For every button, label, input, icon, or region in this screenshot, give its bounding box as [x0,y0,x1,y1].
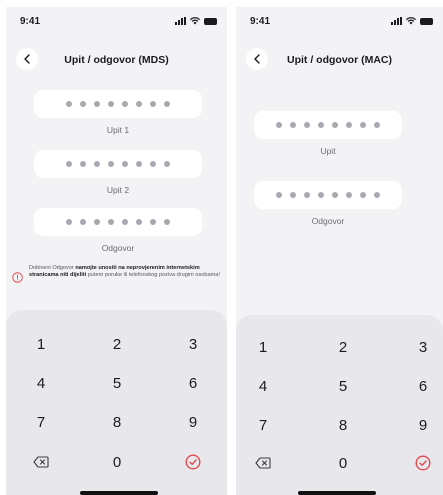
home-indicator [80,491,158,495]
query-1-label: Upit 1 [106,125,130,135]
key-1[interactable]: 1 [238,332,288,362]
response-field[interactable] [254,181,402,209]
wifi-icon [190,17,200,25]
response-label: Odgovor [311,216,345,226]
key-3[interactable]: 3 [398,332,443,362]
key-5[interactable]: 5 [92,368,142,398]
page-title: Upit / odgovor (MDS) [64,54,169,66]
key-4[interactable]: 4 [16,368,66,398]
signal-icon [391,17,402,25]
key-7[interactable]: 7 [16,407,66,437]
key-5[interactable]: 5 [318,371,368,401]
key-6[interactable]: 6 [398,371,443,401]
key-9[interactable]: 9 [398,410,443,440]
page-title: Upit / odgovor (MAC) [287,54,392,66]
response-field[interactable] [34,208,202,236]
query-1-field[interactable] [34,90,202,118]
delete-key[interactable] [16,447,66,477]
status-time: 9:41 [250,16,271,27]
response-label: Odgovor [101,243,135,253]
numeric-keypad: 1 2 3 4 5 6 7 8 9 0 [236,315,443,495]
confirm-key[interactable] [398,448,443,478]
key-7[interactable]: 7 [238,410,288,440]
warning-notice: Dobiveni Odgovor namojte unositi na nepr… [12,265,223,283]
status-icons [175,17,217,25]
status-bar: 9:41 [6,7,227,37]
query-2-field[interactable] [34,150,202,178]
backspace-icon [33,456,49,468]
backspace-icon [255,457,271,469]
status-bar: 9:41 [236,7,443,37]
status-icons [391,17,433,25]
battery-icon [420,17,433,25]
key-3[interactable]: 3 [168,329,218,359]
key-9[interactable]: 9 [168,407,218,437]
key-8[interactable]: 8 [92,407,142,437]
query-label: Upit [320,146,336,156]
confirm-key[interactable] [168,447,218,477]
key-0[interactable]: 0 [318,448,368,478]
query-2-label: Upit 2 [106,185,130,195]
warning-text: Dobiveni Odgovor namojte unositi na nepr… [29,265,220,279]
key-0[interactable]: 0 [92,447,142,477]
info-warning-icon [12,272,23,283]
wifi-icon [406,17,416,25]
key-1[interactable]: 1 [16,329,66,359]
status-time: 9:41 [20,16,41,27]
check-circle-icon [415,455,431,471]
key-2[interactable]: 2 [92,329,142,359]
key-8[interactable]: 8 [318,410,368,440]
key-2[interactable]: 2 [318,332,368,362]
numeric-keypad: 1 2 3 4 5 6 7 8 9 0 [6,310,227,495]
delete-key[interactable] [238,448,288,478]
battery-icon [204,17,217,25]
key-4[interactable]: 4 [238,371,288,401]
query-field[interactable] [254,111,402,139]
mds-screen: 9:41 Upit / odgovor (MDS) Upit 1 Upit 2 … [6,7,227,495]
home-indicator [298,491,376,495]
check-circle-icon [185,454,201,470]
mac-screen: 9:41 Upit / odgovor (MAC) Upit Odgovor 1… [236,7,443,495]
key-6[interactable]: 6 [168,368,218,398]
signal-icon [175,17,186,25]
